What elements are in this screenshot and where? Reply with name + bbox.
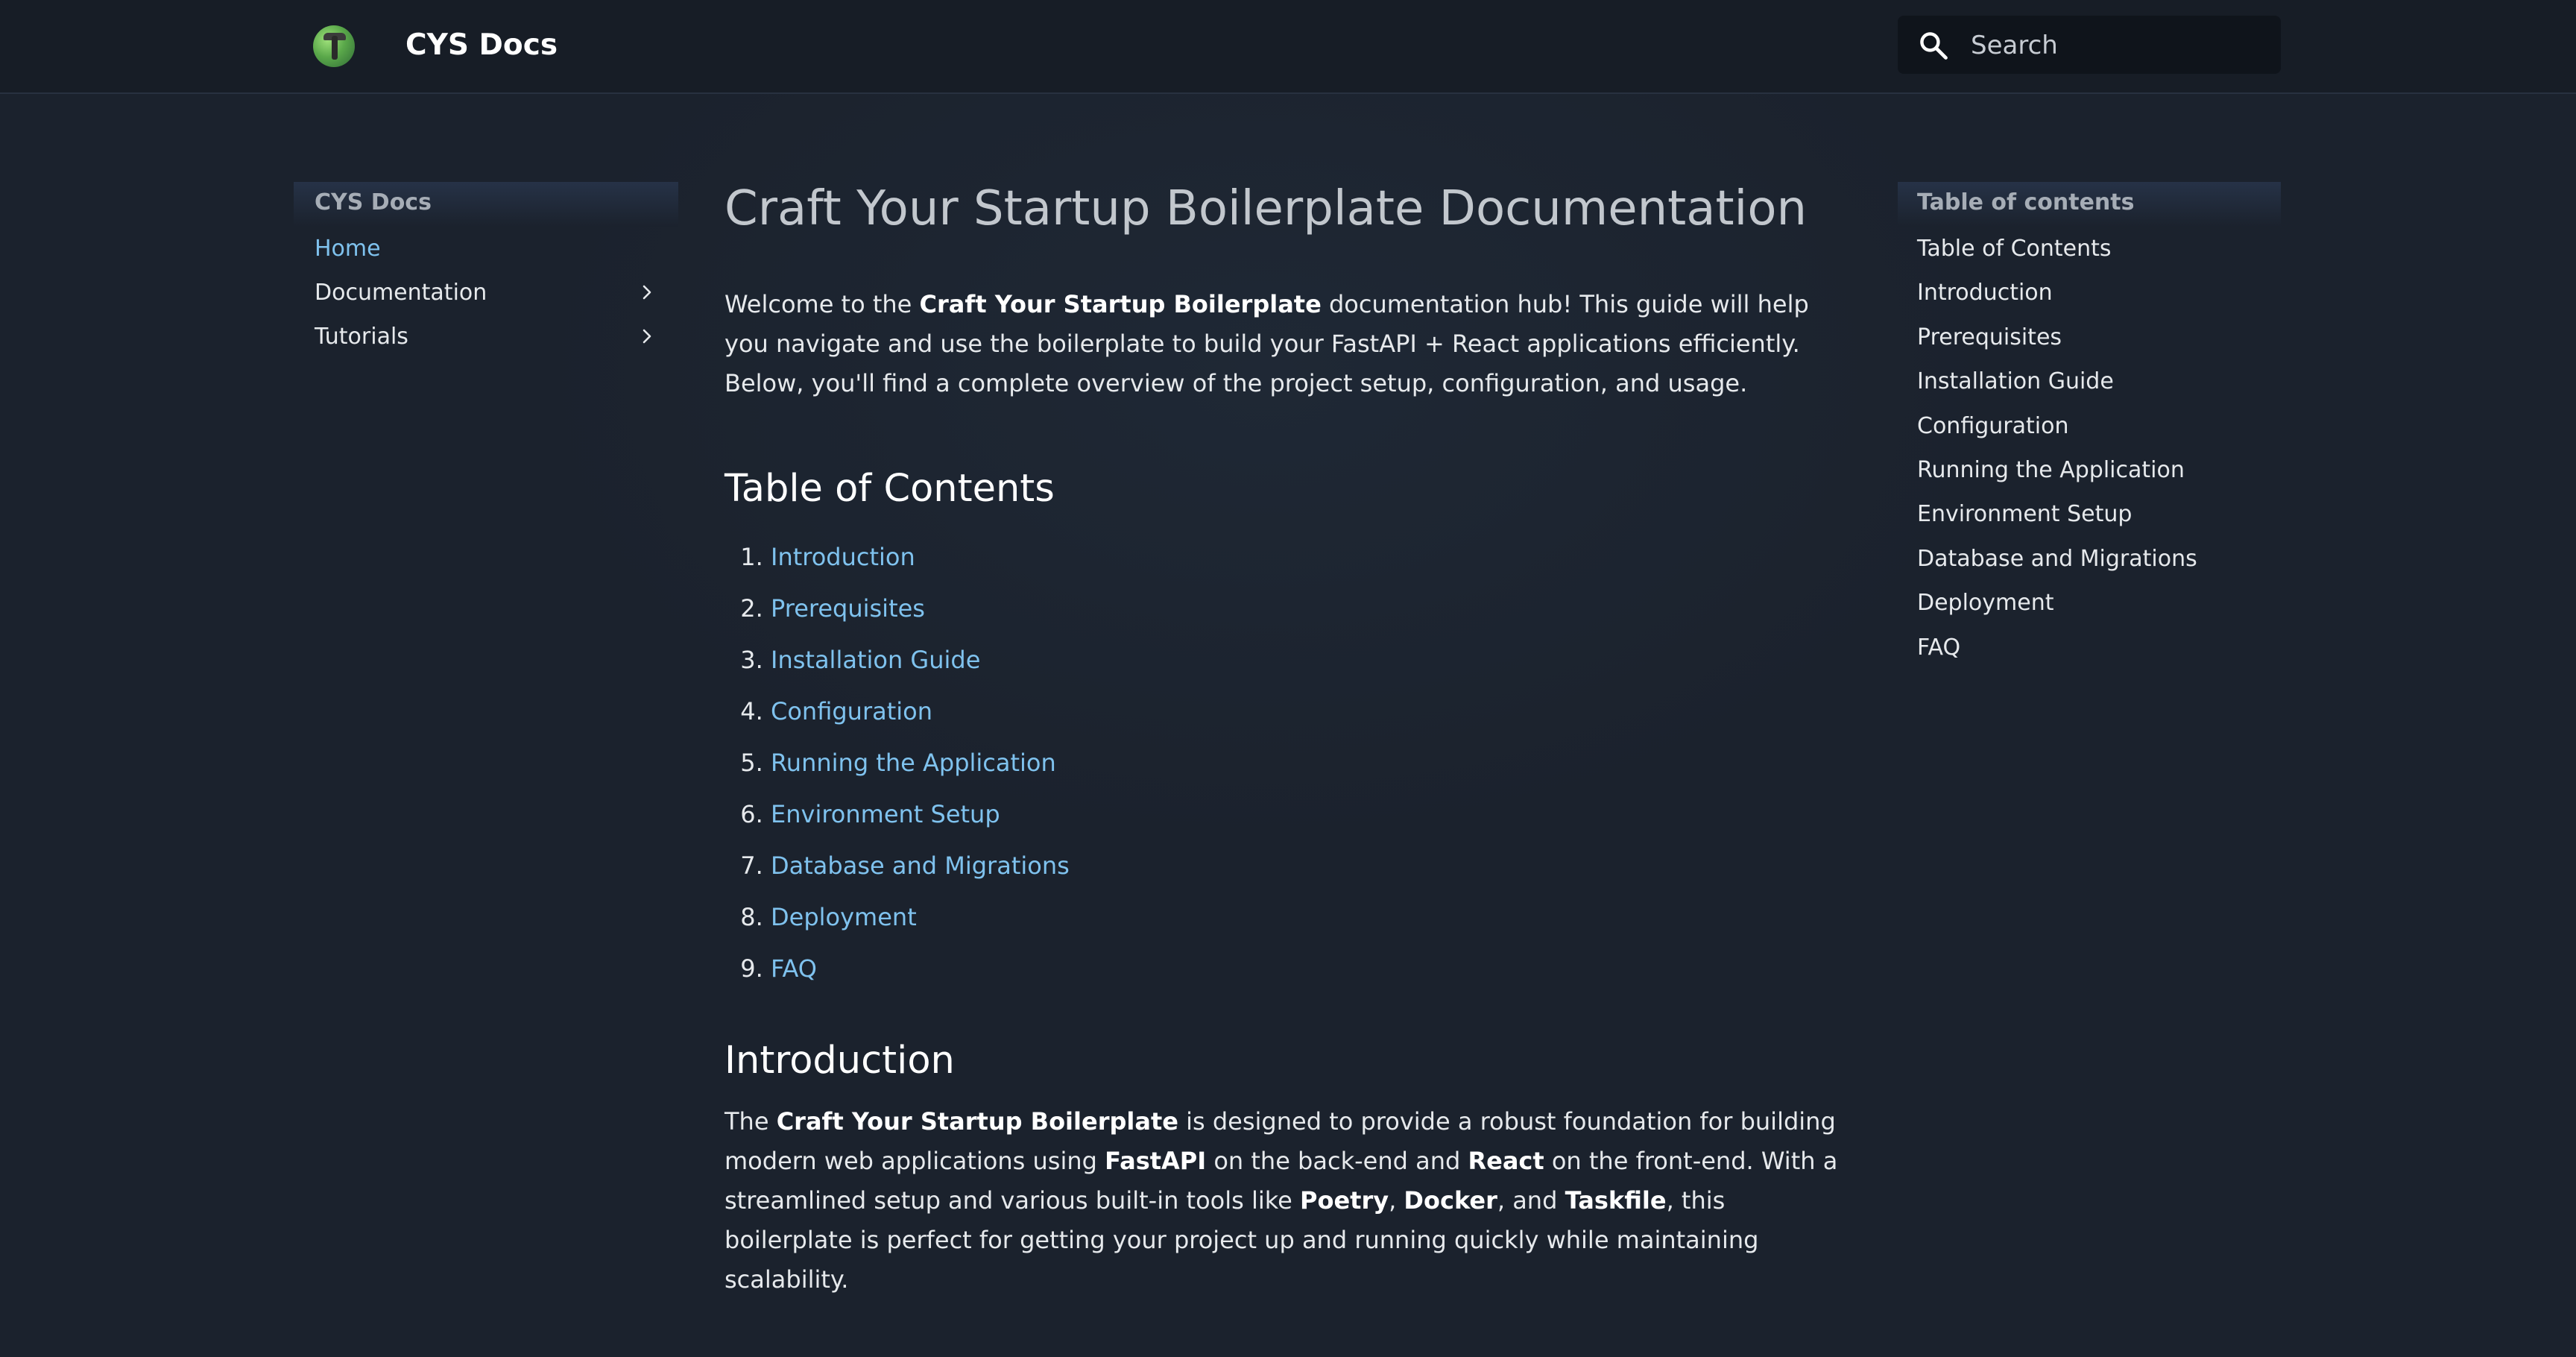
right-toc: Table of contents Table of Contents Intr… [1898,182,2281,670]
sidebar-item-documentation[interactable]: Documentation [294,271,678,315]
list-item: Deployment [771,892,1857,943]
list-item: Configuration [771,686,1857,737]
right-toc-item[interactable]: FAQ [1898,626,2281,670]
toc-list: Introduction Prerequisites Installation … [724,532,1857,995]
main-content: Craft Your Startup Boilerplate Documenta… [724,171,1857,1300]
sidebar-item-home[interactable]: Home [294,227,678,271]
right-toc-item[interactable]: Running the Application [1898,448,2281,492]
toc-link-faq[interactable]: FAQ [771,954,817,983]
toc-link-installation-guide[interactable]: Installation Guide [771,646,980,674]
chevron-right-icon[interactable] [638,327,656,345]
list-item: Introduction [771,532,1857,583]
right-toc-item[interactable]: Table of Contents [1898,227,2281,271]
toc-link-running-application[interactable]: Running the Application [771,749,1056,777]
introduction-heading: Introduction [724,1039,955,1083]
toc-link-configuration[interactable]: Configuration [771,697,932,725]
list-item: Running the Application [771,737,1857,789]
list-item: Environment Setup [771,789,1857,840]
right-toc-item[interactable]: Configuration [1898,404,2281,448]
right-toc-item[interactable]: Installation Guide [1898,359,2281,403]
mushroom-logo[interactable] [313,25,355,67]
site-title[interactable]: CYS Docs [405,27,558,64]
intro-paragraph: Welcome to the Craft Your Startup Boiler… [724,290,1809,397]
right-toc-item[interactable]: Prerequisites [1898,315,2281,359]
toc-link-deployment[interactable]: Deployment [771,903,917,931]
right-toc-item[interactable]: Environment Setup [1898,492,2281,536]
search-input[interactable] [1969,16,2270,75]
toc-link-prerequisites[interactable]: Prerequisites [771,594,925,623]
sidebar-item-label: Home [315,236,381,262]
right-toc-item[interactable]: Deployment [1898,581,2281,625]
right-toc-heading: Table of contents [1898,182,2281,227]
introduction-paragraph: The Craft Your Startup Boilerplate is de… [724,1107,1838,1294]
toc-heading: Table of Contents [724,467,1055,511]
toc-link-database-migrations[interactable]: Database and Migrations [771,851,1070,880]
right-toc-item[interactable]: Database and Migrations [1898,537,2281,581]
sidebar-nav: CYS Docs Home Documentation Tutorials [294,182,678,359]
list-item: FAQ [771,943,1857,995]
right-toc-item[interactable]: Introduction [1898,271,2281,315]
sidebar-heading: CYS Docs [294,182,678,227]
top-header: CYS Docs [0,0,2576,94]
search-box[interactable] [1898,16,2281,75]
chevron-right-icon[interactable] [638,283,656,301]
list-item: Prerequisites [771,583,1857,635]
search-icon [1920,32,1948,60]
page-title: Craft Your Startup Boilerplate Documenta… [724,181,1808,236]
list-item: Database and Migrations [771,840,1857,892]
toc-link-environment-setup[interactable]: Environment Setup [771,800,1000,828]
sidebar-item-label: Tutorials [315,324,408,350]
list-item: Installation Guide [771,635,1857,686]
toc-link-introduction[interactable]: Introduction [771,543,915,571]
sidebar-item-label: Documentation [315,280,487,306]
sidebar-item-tutorials[interactable]: Tutorials [294,315,678,359]
